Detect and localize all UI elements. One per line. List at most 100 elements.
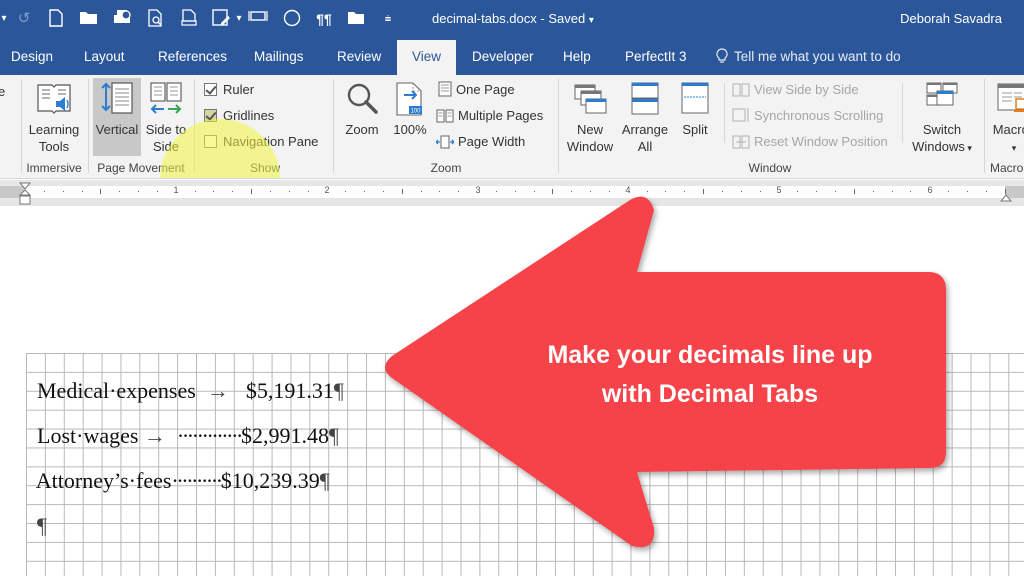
print-preview-icon[interactable] — [146, 9, 166, 29]
callout-line-1: Make your decimals line up — [547, 341, 873, 369]
ruler-area: 1 2 3 4 5 6 — [0, 180, 1024, 206]
group-label-macros: Macros — [990, 161, 1024, 175]
page-setup-icon[interactable] — [179, 9, 199, 29]
qat-dropdown-icon[interactable]: ▾ — [0, 9, 14, 29]
tab-references[interactable]: References — [148, 40, 237, 75]
ruler-dot — [138, 191, 140, 192]
group-label-zoom: Zoom — [430, 161, 462, 175]
ruler-dot — [495, 191, 497, 192]
show-formatting-icon[interactable]: ¶¶ — [314, 9, 334, 29]
horizontal-ruler[interactable]: 1 2 3 4 5 6 — [0, 185, 1024, 198]
ruler-dot — [665, 191, 667, 192]
arrange-all-button[interactable]: Arrange All — [618, 81, 672, 155]
learning-tools-button[interactable]: Learning Tools — [24, 81, 84, 155]
switch-windows-dropdown-icon: ▾ — [964, 143, 972, 153]
ruler-dot — [382, 191, 384, 192]
tab-design[interactable]: Design — [1, 40, 63, 75]
tab-perfectit[interactable]: PerfectIt 3 — [615, 40, 697, 75]
ruler-dot — [514, 191, 516, 192]
customize-toolbar-icon[interactable]: ⩧ — [378, 9, 398, 29]
ruler-dot — [439, 191, 441, 192]
page-width-button[interactable]: Page Width — [436, 131, 525, 153]
page-width-label: Page Width — [458, 134, 526, 149]
open-folder-icon[interactable] — [79, 9, 99, 29]
group-label-window: Window — [748, 161, 792, 175]
ruler-check-icon[interactable] — [204, 83, 217, 96]
multiple-pages-label: Multiple Pages — [458, 108, 544, 123]
macros-label: Macros — [992, 122, 1024, 137]
group-separator — [558, 79, 559, 173]
tab-developer[interactable]: Developer — [462, 40, 544, 75]
ruler-half-tick — [703, 189, 705, 194]
ruler-dot — [571, 191, 573, 192]
group-separator — [194, 79, 195, 173]
new-window-button[interactable]: New Window — [562, 81, 618, 155]
ruler-half-tick — [401, 189, 403, 194]
zoom-100-button[interactable]: 100 100% — [390, 81, 430, 138]
synchronous-scrolling-label: Synchronous Scrolling — [754, 108, 884, 123]
redo-icon[interactable]: ↺ — [14, 9, 34, 29]
ruler-dot — [62, 191, 64, 192]
ruler-label: Ruler — [223, 82, 255, 97]
tab-view[interactable]: View — [397, 40, 456, 75]
folder-icon[interactable] — [346, 9, 366, 29]
split-button[interactable]: Split — [674, 81, 716, 138]
indent-marker-icon[interactable] — [19, 182, 31, 206]
ruler-dot — [194, 191, 196, 192]
ruler-dot — [213, 191, 215, 192]
ruler-dot — [533, 191, 535, 192]
circle-shape-icon[interactable] — [282, 9, 302, 29]
ribbon-partial-item[interactable]: e — [0, 81, 5, 103]
gridlines-check-icon[interactable] — [204, 109, 217, 122]
document-line[interactable]: ¶ — [26, 487, 47, 539]
tab-help[interactable]: Help — [553, 40, 601, 75]
vertical-button[interactable]: Vertical — [93, 81, 141, 138]
ruler-dot — [269, 191, 271, 192]
right-indent-marker-icon[interactable] — [1000, 192, 1012, 202]
user-name[interactable]: Deborah Savadra — [900, 11, 1002, 26]
page-100-icon: 100 — [396, 82, 422, 116]
view-side-by-side-button[interactable]: View Side by Side — [732, 79, 859, 101]
page-width-icon — [436, 135, 454, 149]
ruler-checkbox[interactable]: Ruler — [204, 79, 254, 101]
switch-windows-icon — [926, 82, 958, 106]
ruler-dot — [910, 191, 912, 192]
split-icon — [681, 82, 709, 114]
reset-window-position-button[interactable]: Reset Window Position — [732, 131, 888, 153]
save-as-dropdown-icon[interactable]: ▾ — [229, 9, 249, 29]
document-line[interactable]: Attorney’s·fees··········$10,239.39¶ — [26, 442, 330, 494]
synchronous-scrolling-button[interactable]: Synchronous Scrolling — [732, 105, 883, 127]
one-page-button[interactable]: One Page — [438, 79, 515, 101]
zoom-button[interactable]: Zoom — [340, 81, 384, 138]
ruler-dot — [740, 191, 742, 192]
ruler-dot — [891, 191, 893, 192]
ruler-number: 3 — [475, 185, 481, 195]
print-icon[interactable] — [112, 9, 132, 29]
navigation-pane-checkbox[interactable]: Navigation Pane — [204, 131, 318, 153]
ruler-dot — [288, 191, 290, 192]
gridlines-checkbox[interactable]: Gridlines — [204, 105, 274, 127]
macros-button[interactable]: Macros ▾ — [988, 81, 1024, 157]
fit-page-icon[interactable] — [248, 9, 268, 29]
tab-review[interactable]: Review — [327, 40, 391, 75]
navigation-pane-check-icon[interactable] — [204, 135, 217, 148]
ruler-dot — [608, 191, 610, 192]
ruler-dot — [721, 191, 723, 192]
title-dropdown-icon[interactable]: ▾ — [589, 15, 594, 26]
tell-me-search[interactable]: Tell me what you want to do — [716, 40, 901, 75]
group-separator — [724, 83, 725, 143]
ruler-dot — [816, 191, 818, 192]
svg-text:100: 100 — [410, 109, 421, 115]
switch-windows-button[interactable]: Switch Windows ▾ — [904, 81, 980, 157]
side-to-side-label: Side to Side — [145, 122, 187, 154]
macros-icon — [997, 83, 1024, 112]
group-separator — [984, 79, 985, 173]
multiple-pages-icon — [436, 109, 454, 123]
tab-layout[interactable]: Layout — [74, 40, 135, 75]
multiple-pages-button[interactable]: Multiple Pages — [436, 105, 543, 127]
callout-line-2: with Decimal Tabs — [601, 380, 819, 408]
group-label-page-movement: Page Movement — [97, 161, 185, 175]
side-to-side-button[interactable]: Side to Side — [143, 81, 189, 155]
tab-mailings[interactable]: Mailings — [244, 40, 314, 75]
new-document-icon[interactable] — [46, 9, 66, 29]
